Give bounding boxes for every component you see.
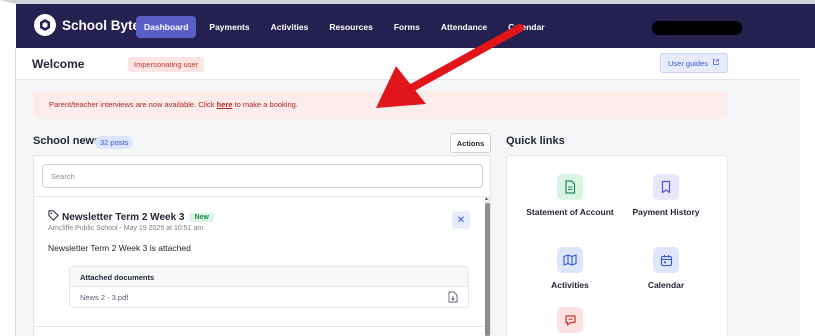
new-badge: New — [189, 212, 214, 222]
tag-icon — [48, 210, 59, 224]
close-icon: ✕ — [456, 214, 466, 226]
alert-text-before: Parent/teacher interviews are now availa… — [49, 100, 217, 109]
window-left-edge — [0, 0, 16, 336]
attached-documents-heading: Attached documents — [70, 267, 468, 287]
nav-payments[interactable]: Payments — [201, 16, 257, 38]
school-news-panel: Newsletter Term 2 Week 3 New Arncliffe P… — [33, 155, 492, 336]
right-gutter — [800, 48, 815, 336]
attachment-filename: News 2 - 3.pdf — [80, 293, 129, 302]
school-news-title: School news — [33, 135, 101, 147]
user-guides-label: User guides — [667, 58, 709, 68]
post-body: Newsletter Term 2 Week 3 is attached — [48, 243, 191, 253]
dismiss-post-button[interactable]: ✕ — [452, 211, 470, 229]
divider — [34, 196, 492, 197]
user-guides-button[interactable]: User guides — [660, 53, 728, 73]
redacted-user-name — [652, 21, 742, 35]
attached-documents: Attached documents News 2 - 3.pdf — [69, 266, 469, 308]
posts-count-badge: 32 posts — [95, 136, 134, 149]
external-link-icon — [712, 58, 720, 68]
quick-link-label: Statement of Account — [526, 207, 614, 217]
quick-link-activities[interactable]: Activities — [525, 247, 615, 292]
calendar-icon — [653, 247, 679, 273]
alert-message: Parent/teacher interviews are now availa… — [49, 100, 298, 109]
page-title: Welcome — [32, 57, 85, 71]
annotation-arrow-icon — [376, 24, 524, 108]
news-scrollbar-thumb[interactable] — [485, 203, 490, 336]
alert-text-after: to make a booking. — [232, 100, 298, 109]
quick-link-messages[interactable] — [525, 307, 615, 336]
brand-name: School Bytes — [62, 17, 148, 33]
quick-link-label: Calendar — [647, 280, 685, 290]
quick-link-label: Activities — [551, 280, 589, 290]
post-title-text: Newsletter Term 2 Week 3 — [62, 211, 185, 223]
post-title[interactable]: Newsletter Term 2 Week 3 New — [48, 210, 214, 224]
nav-activities[interactable]: Activities — [263, 16, 317, 38]
document-icon — [557, 174, 583, 200]
chat-icon — [557, 307, 583, 333]
actions-button[interactable]: Actions — [450, 133, 491, 153]
quick-links-title: Quick links — [506, 135, 565, 147]
post-meta: Arncliffe Public School - May 19 2025 at… — [48, 225, 204, 232]
quick-link-payment-history[interactable]: Payment History — [621, 174, 711, 219]
post-separator — [33, 326, 485, 327]
attachment-row[interactable]: News 2 - 3.pdf — [70, 287, 468, 308]
news-search-input[interactable] — [42, 164, 483, 188]
school-bytes-logo-icon — [34, 14, 56, 36]
quick-link-label: Payment History — [632, 207, 700, 217]
impersonating-badge: Impersonating user — [128, 57, 205, 72]
quick-link-statement-of-account[interactable]: Statement of Account — [525, 174, 615, 219]
nav-dashboard[interactable]: Dashboard — [136, 16, 197, 38]
map-icon — [557, 247, 583, 273]
scroll-up-icon[interactable]: ▲ — [484, 196, 489, 202]
bookmark-icon — [653, 174, 679, 200]
brand[interactable]: School Bytes — [34, 14, 148, 36]
quick-link-calendar[interactable]: Calendar — [621, 247, 711, 292]
download-document-icon[interactable] — [448, 291, 458, 305]
quick-links-panel: Statement of Account Payment History Act… — [506, 155, 728, 336]
alert-here-link[interactable]: here — [217, 100, 233, 109]
